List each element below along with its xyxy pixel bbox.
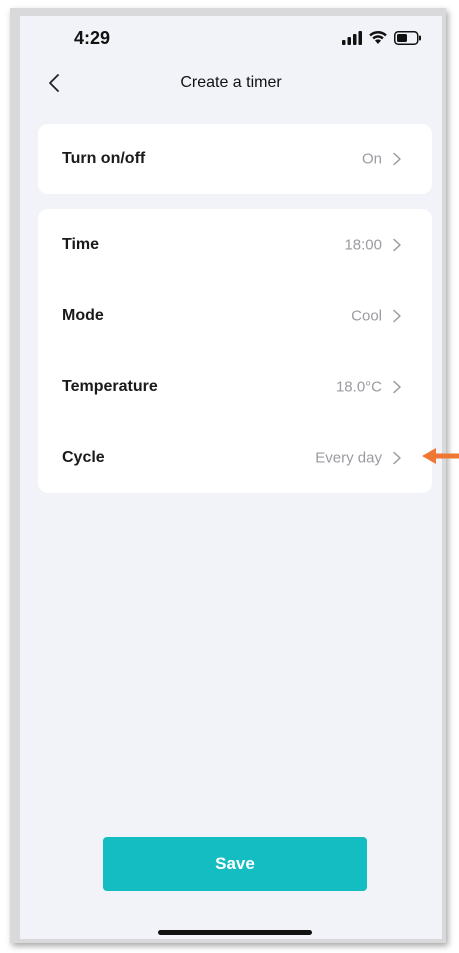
battery-icon [394, 30, 421, 45]
nav-bar: Create a timer [20, 66, 442, 102]
signal-icon [342, 30, 362, 45]
mode-row[interactable]: Mode Cool [38, 291, 432, 341]
chevron-right-icon [393, 238, 401, 252]
status-icons [342, 30, 422, 45]
settings-card: Time 18:00 Mode Cool Temperature 18.0°C … [38, 209, 432, 493]
wifi-icon [369, 30, 387, 44]
row-value: Cool [351, 307, 382, 325]
chevron-right-icon [393, 380, 401, 394]
phone-screen: 4:29 Create a timer Turn on/off On Time … [20, 16, 442, 939]
cycle-row[interactable]: Cycle Every day [38, 433, 432, 483]
row-value: Every day [315, 449, 382, 467]
power-card: Turn on/off On [38, 124, 432, 194]
status-time: 4:29 [74, 28, 111, 48]
turn-on-off-row[interactable]: Turn on/off On [38, 134, 432, 184]
row-value: 18:00 [344, 236, 382, 254]
row-label: Cycle [62, 449, 105, 466]
chevron-right-icon [393, 309, 401, 323]
temperature-row[interactable]: Temperature 18.0°C [38, 362, 432, 412]
row-label: Turn on/off [62, 150, 146, 167]
page-title: Create a timer [180, 74, 282, 91]
chevron-right-icon [393, 451, 401, 465]
chevron-right-icon [393, 152, 401, 166]
row-label: Mode [62, 307, 104, 324]
arrow-left-icon [422, 448, 459, 464]
row-value: On [361, 150, 382, 168]
status-bar: 4:29 [20, 16, 442, 56]
row-label: Temperature [62, 378, 158, 395]
time-row[interactable]: Time 18:00 [38, 220, 432, 270]
home-indicator[interactable] [158, 930, 312, 935]
save-button[interactable]: Save [103, 837, 367, 891]
row-label: Time [62, 236, 100, 253]
row-value: 18.0°C [335, 378, 382, 396]
